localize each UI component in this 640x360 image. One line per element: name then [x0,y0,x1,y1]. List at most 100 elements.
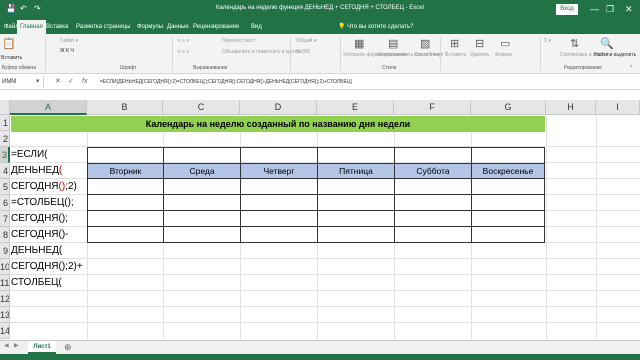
insert-cells-icon[interactable]: ⊞ [450,37,459,50]
login-button[interactable]: Вход [556,4,578,15]
delete-cells-icon[interactable]: ⊟ [475,37,484,50]
table-cell[interactable] [317,178,395,195]
sheet-prev-icon[interactable]: ◀ [4,342,9,349]
table-cell[interactable] [163,178,241,195]
table-cell[interactable] [471,210,545,227]
weekday-header-saturday[interactable]: Суббота [394,163,472,179]
format-cells-button[interactable]: Формат [495,52,513,58]
row-header-3[interactable]: 3 [0,147,10,163]
table-cell[interactable] [87,147,164,164]
column-header-i[interactable]: I [596,100,640,115]
table-cell[interactable] [394,147,472,164]
table-cell[interactable] [317,210,395,227]
weekday-header-sunday[interactable]: Воскресенье [471,163,545,179]
row-header-6[interactable]: 6 [0,195,10,211]
column-header-a[interactable]: A [10,100,87,115]
table-cell[interactable] [240,210,318,227]
sheet-tab-list1[interactable]: Лист1 [28,341,56,354]
formula-input[interactable]: =ЕСЛИ(ДЕНЬНЕД(СЕГОДНЯ();2)=СТОЛБЕЦ();СЕГ… [100,76,352,88]
tab-formulas[interactable]: Формулы [137,20,163,34]
cancel-icon[interactable]: ✕ [55,76,61,88]
table-cell[interactable] [471,178,545,195]
wrap-text-button[interactable]: Перенос текст [222,38,255,44]
sort-filter-icon[interactable]: ⇅ [570,37,579,50]
cell-styles-icon[interactable]: ▧ [420,37,430,50]
table-cell[interactable] [87,178,164,195]
table-cell[interactable] [87,194,164,211]
tab-data[interactable]: Данные [167,20,189,34]
paste-button[interactable]: Вставить [1,55,22,61]
font-name-box[interactable]: Calibri ▾ [60,38,78,44]
format-cells-icon[interactable]: ▭ [500,37,510,50]
table-cell[interactable] [471,147,545,164]
bold-icon[interactable]: Ж К Ч [60,48,74,54]
table-cell[interactable] [87,210,164,227]
paste-icon[interactable]: 📋 [2,37,16,50]
weekday-header-wednesday[interactable]: Среда [163,163,241,179]
table-cell[interactable] [317,194,395,211]
table-cell[interactable] [394,226,472,243]
restore-icon[interactable]: ❐ [606,3,614,15]
column-header-d[interactable]: D [240,100,317,115]
table-cell[interactable] [240,194,318,211]
enter-icon[interactable]: ✓ [68,76,74,88]
table-cell[interactable] [240,147,318,164]
row-header-9[interactable]: 9 [0,243,10,259]
row-header-7[interactable]: 7 [0,211,10,227]
table-cell[interactable] [394,194,472,211]
tab-review[interactable]: Рецензирование [193,20,239,34]
column-header-g[interactable]: G [471,100,546,115]
row-header-13[interactable]: 13 [0,307,10,323]
row-header-11[interactable]: 11 [0,275,10,291]
table-cell[interactable] [394,210,472,227]
column-header-c[interactable]: C [163,100,240,115]
tab-page-layout[interactable]: Разметка страницы [76,20,130,34]
autosum-icon[interactable]: Σ ▾ [544,38,551,44]
row-header-4[interactable]: 4 [0,163,10,179]
insert-cells-button[interactable]: Вставить [445,52,466,58]
table-cell[interactable] [163,226,241,243]
column-header-f[interactable]: F [394,100,471,115]
add-sheet-icon[interactable]: ⊕ [64,342,72,353]
collapse-ribbon-icon[interactable]: ^ [630,65,632,71]
row-header-2[interactable]: 2 [0,131,10,147]
tab-view[interactable]: Вид [251,20,262,34]
align-top-icon[interactable]: ≡ ≡ ≡ [178,38,190,44]
table-cell[interactable] [317,226,395,243]
table-cell[interactable] [394,178,472,195]
tell-me-box[interactable]: 💡 Что вы хотите сделать? [338,20,413,34]
sheet-next-icon[interactable]: ▶ [14,342,19,349]
table-cell[interactable] [471,194,545,211]
row-header-12[interactable]: 12 [0,291,10,307]
row-header-8[interactable]: 8 [0,227,10,243]
minimize-icon[interactable]: — [590,3,599,15]
row-header-1[interactable]: 1 [0,115,10,131]
redo-icon[interactable]: ↷ [34,4,41,13]
delete-cells-button[interactable]: Удалить [470,52,489,58]
table-cell[interactable] [317,147,395,164]
row-header-14[interactable]: 14 [0,323,10,339]
weekday-header-thursday[interactable]: Четверг [240,163,318,179]
calendar-title-banner[interactable]: Календарь на неделю созданный по названи… [11,116,545,132]
insert-function-icon[interactable]: fx [82,76,87,88]
undo-icon[interactable]: ↶ [20,4,27,13]
table-cell[interactable] [163,194,241,211]
tab-insert[interactable]: Вставка [46,20,68,34]
tab-home[interactable]: Главная [17,20,46,34]
close-icon[interactable]: ✕ [625,3,633,15]
table-cell[interactable] [163,210,241,227]
find-select-icon[interactable]: 🔍 [600,37,614,50]
column-header-h[interactable]: H [546,100,596,115]
row-header-5[interactable]: 5 [0,179,10,195]
select-all-corner[interactable] [0,100,10,115]
weekday-header-tuesday[interactable]: Вторник [87,163,164,179]
save-icon[interactable]: 💾 [6,4,16,13]
weekday-header-friday[interactable]: Пятница [317,163,395,179]
format-table-icon[interactable]: ▤ [388,37,398,50]
conditional-formatting-icon[interactable]: ▦ [354,37,364,50]
table-cell[interactable] [240,226,318,243]
row-header-10[interactable]: 10 [0,259,10,275]
column-header-e[interactable]: E [317,100,394,115]
table-cell[interactable] [87,226,164,243]
name-box-dropdown-icon[interactable]: ▾ [36,76,40,88]
